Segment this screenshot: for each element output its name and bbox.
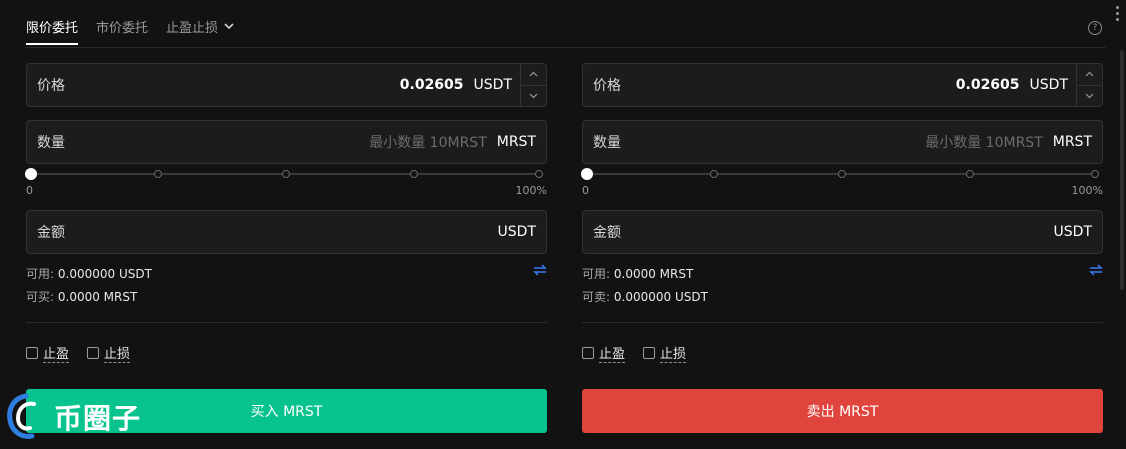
max-sell: 可卖: 0.000000 USDT [582,288,708,305]
slider-max-label: 100% [1071,184,1103,197]
price-stepper [1076,64,1102,106]
amount-unit: USDT [497,224,536,240]
scrollbar[interactable] [1120,50,1124,290]
sell-button[interactable]: 卖出 MRST [582,389,1103,433]
price-value-group: 0.02605 USDT [400,77,512,93]
price-label: 价格 [37,78,65,94]
stop-loss-checkbox[interactable]: 止损 [87,343,131,363]
available-balance: 可用: 0.0000 MRST [582,265,693,282]
take-profit-label: 止盈 [43,343,70,363]
slider-max-label: 100% [515,184,547,197]
tp-sl-checkboxes: 止盈 止损 [26,343,131,363]
buy-quantity-slider[interactable] [25,168,547,180]
slider-step-100[interactable] [1091,170,1099,178]
price-unit: USDT [473,77,512,93]
quantity-value-group: 最小数量 10MRST MRST [925,132,1092,152]
swap-arrows-icon[interactable] [1089,264,1103,280]
quantity-placeholder: 最小数量 10MRST [369,135,487,151]
buy-form: 价格 0.02605 USDT 数量 最小数量 10MRST MRST 0 10… [25,0,548,449]
buy-price-input[interactable]: 价格 0.02605 USDT [26,63,547,107]
divider [582,322,1103,323]
sell-form: 价格 0.02605 USDT 数量 最小数量 10MRST MRST 0 10… [581,0,1104,449]
price-value-group: 0.02605 USDT [956,77,1068,93]
quantity-label: 数量 [37,135,65,151]
slider-min-label: 0 [582,184,589,197]
slider-step-25[interactable] [710,170,718,178]
quantity-placeholder: 最小数量 10MRST [925,135,1043,151]
slider-handle[interactable] [25,168,37,180]
slider-step-100[interactable] [535,170,543,178]
max-sell-value: 0.000000 USDT [613,290,708,304]
checkbox-box[interactable] [26,347,38,359]
slider-step-50[interactable] [282,170,290,178]
checkbox-box[interactable] [87,347,100,359]
slider-step-75[interactable] [966,170,974,178]
price-value[interactable]: 0.02605 [400,77,464,93]
slider-step-25[interactable] [154,170,162,178]
take-profit-checkbox[interactable]: 止盈 [26,343,70,363]
buy-quantity-input[interactable]: 数量 最小数量 10MRST MRST [26,120,547,164]
price-value[interactable]: 0.02605 [956,77,1020,93]
slider-handle[interactable] [581,168,593,180]
logo-swirl-icon [7,393,36,439]
available-label: 可用: [582,267,611,281]
max-buy-label: 可买: [26,290,55,304]
available-balance: 可用: 0.000000 USDT [26,265,152,282]
amount-value-group: USDT [1054,224,1092,240]
amount-unit: USDT [1053,224,1092,240]
max-sell-label: 可卖: [582,290,611,304]
buy-amount-input[interactable]: 金额 USDT [26,210,547,254]
quantity-value-group: 最小数量 10MRST MRST [369,132,536,152]
divider [26,322,547,323]
amount-label: 金额 [37,225,65,241]
sell-quantity-input[interactable]: 数量 最小数量 10MRST MRST [582,120,1103,164]
available-value: 0.0000 MRST [613,267,694,281]
tp-sl-checkboxes: 止盈 止损 [582,343,687,363]
stop-loss-label: 止损 [104,343,131,363]
quantity-unit: MRST [496,134,536,150]
trade-panel: 限价委托 市价委托 止盈止损 ? 价格 0.02605 USDT 数量 最小数量… [0,0,1126,449]
amount-value-group: USDT [498,224,536,240]
price-unit: USDT [1029,77,1068,93]
watermark-text: 币圈子 [54,402,142,435]
take-profit-label: 止盈 [599,343,626,363]
slider-labels: 0 100% [582,184,1103,197]
price-label: 价格 [593,78,621,94]
quantity-label: 数量 [593,135,621,151]
slider-step-75[interactable] [410,170,418,178]
price-stepper [520,64,546,106]
available-value: 0.000000 USDT [57,267,152,281]
stop-loss-checkbox[interactable]: 止损 [643,343,687,363]
chevron-up-icon[interactable] [1077,64,1102,86]
max-buy-value: 0.0000 MRST [57,290,138,304]
watermark-logo: 币圈子 [4,392,141,442]
checkbox-box[interactable] [582,347,594,359]
swap-arrows-icon[interactable] [533,264,547,280]
slider-step-50[interactable] [838,170,846,178]
quantity-unit: MRST [1052,134,1092,150]
stop-loss-label: 止损 [660,343,687,363]
vertical-dots-icon[interactable] [1116,6,1120,21]
chevron-down-icon[interactable] [521,86,546,107]
available-label: 可用: [26,267,55,281]
checkbox-box[interactable] [643,347,656,359]
chevron-up-icon[interactable] [521,64,546,86]
take-profit-checkbox[interactable]: 止盈 [582,343,626,363]
slider-labels: 0 100% [26,184,547,197]
amount-label: 金额 [593,225,621,241]
sell-quantity-slider[interactable] [581,168,1103,180]
slider-min-label: 0 [26,184,33,197]
chevron-down-icon[interactable] [1077,86,1102,107]
sell-price-input[interactable]: 价格 0.02605 USDT [582,63,1103,107]
sell-amount-input[interactable]: 金额 USDT [582,210,1103,254]
max-buy: 可买: 0.0000 MRST [26,288,137,305]
